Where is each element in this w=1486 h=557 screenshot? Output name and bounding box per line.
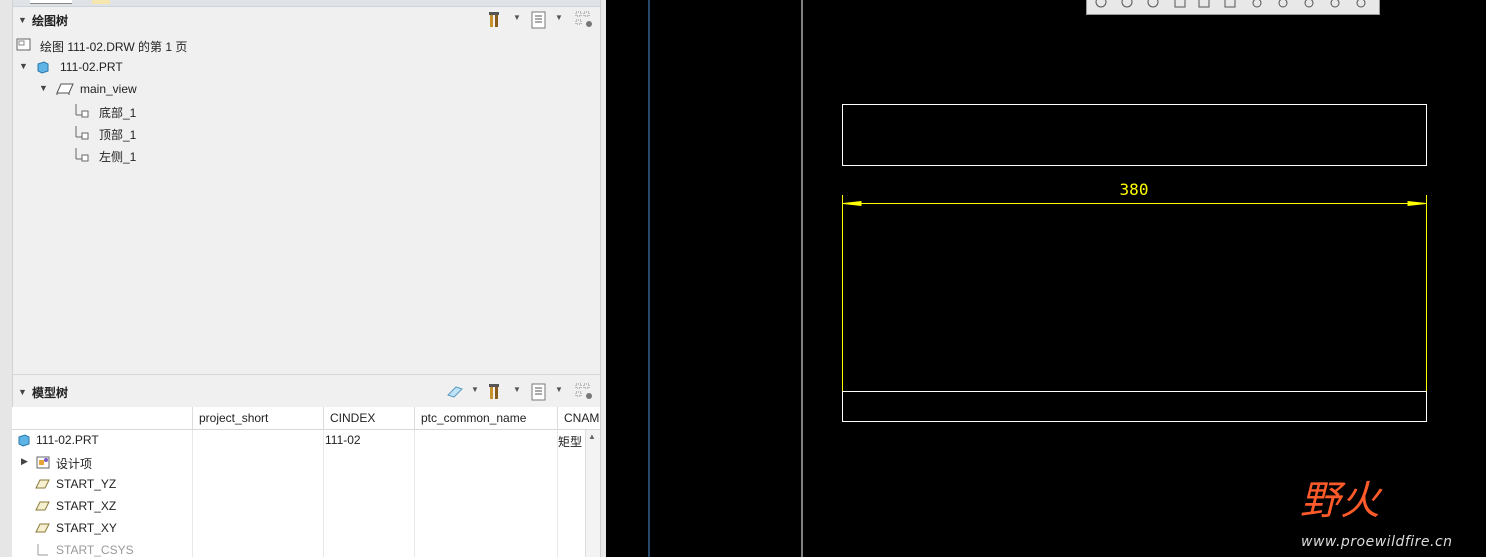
vertical-scrollbar[interactable]: ▲: [585, 430, 600, 557]
arrow-right: [1407, 200, 1427, 207]
top-tab-strip: [0, 0, 606, 7]
settings-dropdown-icon[interactable]: ▼: [555, 385, 563, 394]
column-project-short[interactable]: project_short: [192, 407, 323, 429]
column-cindex[interactable]: CINDEX: [323, 407, 414, 429]
tools-dropdown-icon[interactable]: ▼: [513, 13, 521, 22]
eraser-icon[interactable]: [444, 381, 466, 403]
watermark-logo: 野火: [1300, 478, 1380, 524]
model-tree-column-header: project_short CINDEX ptc_common_name CNA…: [12, 407, 600, 430]
collapse-icon[interactable]: ▼: [18, 15, 27, 25]
tools-icon[interactable]: [486, 9, 508, 31]
tools-dropdown-icon[interactable]: ▼: [513, 385, 521, 394]
top-view-outline[interactable]: [842, 104, 1427, 166]
model-row-label: START_CSYS: [56, 543, 134, 557]
tree-item-label: 绘图 111-02.DRW 的第 1 页: [40, 40, 188, 54]
model-row-label: START_YZ: [56, 477, 117, 491]
scroll-up-icon[interactable]: ▲: [588, 432, 596, 441]
show-hide-icon[interactable]: [574, 9, 596, 31]
tree-item-label: 底部_1: [99, 106, 137, 120]
settings-list-icon[interactable]: [528, 381, 550, 403]
pane-splitter[interactable]: [12, 374, 600, 375]
expand-icon[interactable]: ▼: [39, 83, 48, 93]
part-icon: [35, 59, 51, 78]
sheet-icon: [16, 37, 32, 56]
model-row-cindex: 111-02: [325, 433, 361, 447]
expand-icon[interactable]: ▶: [21, 456, 28, 467]
show-hide-icon[interactable]: [574, 381, 596, 403]
column-cname[interactable]: CNAM: [557, 407, 601, 429]
collapse-icon[interactable]: ▼: [18, 387, 27, 397]
dimension-380[interactable]: [842, 195, 1427, 391]
annotation-icon: [74, 125, 90, 144]
model-tree-title: 模型树: [32, 386, 69, 400]
drawing-tree-header: ▼ 绘图树 ▼ ▼: [12, 7, 600, 33]
view-icon: [55, 81, 75, 100]
drawing-canvas[interactable]: 380 野火 www.proewildfire.cn: [606, 0, 1486, 557]
model-row-label: START_XY: [56, 521, 117, 535]
datum-plane-icon: [34, 476, 50, 495]
tree-item-label: 顶部_1: [99, 128, 137, 142]
drawing-tree-title: 绘图树: [32, 14, 69, 28]
model-row-part[interactable]: 111-02.PRT 111-02 矩型: [14, 430, 584, 450]
left-panel: ▼ 绘图树 ▼ ▼ 绘图 111-02.DRW 的第 1 页 ▼ 111-02.…: [0, 0, 606, 557]
settings-list-icon[interactable]: [528, 9, 550, 31]
annotation-icon: [74, 147, 90, 166]
annotation-icon: [74, 103, 90, 122]
model-row-label: START_XZ: [56, 499, 117, 513]
datum-plane-icon: [34, 498, 50, 517]
tab-folder[interactable]: [92, 0, 110, 4]
tab-active[interactable]: [30, 0, 72, 4]
design-items-icon: [35, 454, 51, 473]
csys-icon: [34, 542, 50, 557]
model-row-label: 111-02.PRT: [36, 433, 99, 447]
tools-icon[interactable]: [486, 381, 508, 403]
datum-plane-icon: [34, 520, 50, 539]
dimension-value[interactable]: 380: [1120, 180, 1149, 199]
arrow-left: [842, 200, 862, 207]
tree-item-label: 111-02.PRT: [60, 60, 123, 74]
settings-dropdown-icon[interactable]: ▼: [555, 13, 563, 22]
watermark-url: www.proewildfire.cn: [1301, 534, 1453, 550]
model-tree-header: ▼ 模型树 ▼ ▼ ▼: [12, 379, 600, 405]
tree-item-label: main_view: [80, 82, 137, 96]
model-row-label: 设计项: [56, 457, 93, 471]
column-ptc-common-name[interactable]: ptc_common_name: [414, 407, 557, 429]
eraser-dropdown-icon[interactable]: ▼: [471, 385, 479, 394]
expand-icon[interactable]: ▼: [19, 61, 28, 71]
model-row-cname: 矩型: [558, 435, 583, 449]
bottom-view-outline[interactable]: [842, 391, 1427, 422]
tree-item-label: 左侧_1: [99, 150, 137, 164]
part-icon: [16, 432, 32, 451]
